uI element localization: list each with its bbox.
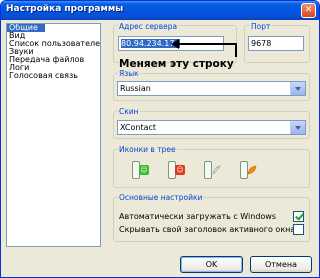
tray-icons-label: Иконки в трее [118,145,177,154]
chevron-down-icon[interactable] [290,82,305,95]
category-general[interactable]: Общие [7,24,45,32]
cancel-button[interactable]: Отмена [250,256,312,273]
language-select[interactable]: Russian [117,81,306,96]
close-button[interactable]: ✕ [301,3,316,18]
skin-label: Скин [118,107,140,116]
category-logs[interactable]: Логи [7,64,100,72]
tray-icon-option[interactable]: ☺ [132,159,150,181]
hide-title-checkbox[interactable] [293,224,304,235]
hide-title-label: Скрывать свой заголовок активного окна [119,225,296,234]
autostart-checkbox[interactable] [293,211,304,222]
language-value: Russian [120,84,151,93]
chevron-down-icon[interactable] [290,121,305,134]
server-label: Адрес сервера [118,22,179,31]
basic-settings-label: Основные настройки [118,193,204,202]
green-smiley-icon: ☺ [139,165,149,175]
close-icon: ✕ [304,5,313,15]
orange-leaf-icon [247,165,257,175]
category-file-transfer[interactable]: Передача файлов [7,56,100,64]
port-input[interactable]: 9678 [248,36,304,51]
category-sounds[interactable]: Звуки [7,48,100,56]
port-label: Порт [250,22,272,31]
category-view[interactable]: Вид [7,32,100,40]
tray-icon-option[interactable] [240,159,258,181]
category-voice[interactable]: Голосовая связь [7,72,100,80]
tray-icon-option[interactable] [204,159,222,181]
skin-value: XContact [120,123,157,132]
window-title: Настройка программы [6,4,124,14]
feather-icon [212,165,221,175]
title-bar[interactable]: Настройка программы ✕ [1,1,319,20]
tray-icon-option[interactable]: ☺ [168,159,186,181]
category-list[interactable]: Общие Вид Список пользователей Звуки Пер… [6,23,101,247]
language-label: Язык [118,69,140,78]
dialog-client: Общие Вид Список пользователей Звуки Пер… [4,20,316,275]
ok-button[interactable]: OK [180,256,243,273]
settings-window: Настройка программы ✕ Общие Вид Список п… [0,0,320,278]
category-user-list[interactable]: Список пользователей [7,40,100,48]
autostart-label: Автоматически загружать с Windows [119,212,277,221]
red-smiley-icon: ☺ [175,165,185,175]
skin-select[interactable]: XContact [117,120,306,135]
